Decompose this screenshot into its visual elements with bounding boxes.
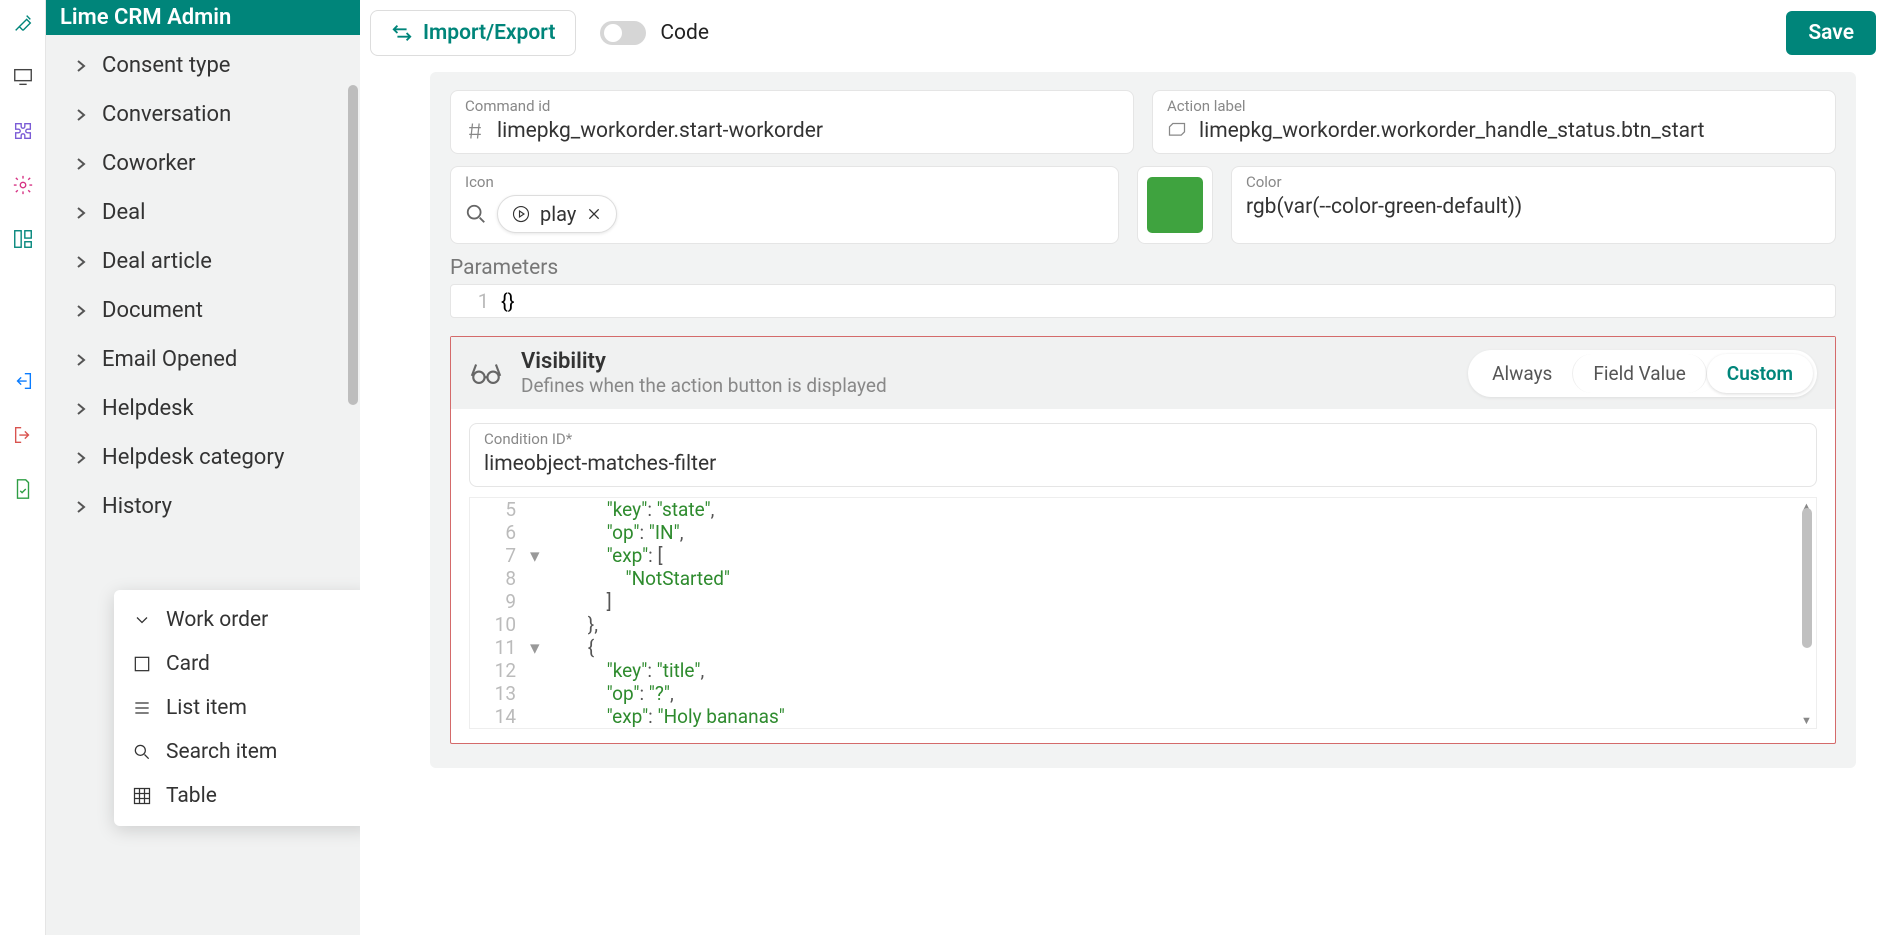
icon-chip[interactable]: play [497, 195, 617, 233]
visibility-tabs: Always Field Value Custom [1468, 350, 1817, 397]
tab-custom[interactable]: Custom [1707, 354, 1813, 393]
parameters-editor[interactable]: 1 {} [450, 284, 1836, 318]
tab-field-value[interactable]: Field Value [1572, 354, 1706, 393]
display-icon[interactable] [12, 66, 34, 92]
close-icon[interactable] [586, 206, 602, 222]
sidebar: Lime CRM Admin Consent type Conversation… [46, 0, 360, 935]
color-swatch[interactable] [1137, 166, 1213, 244]
logout-icon[interactable] [12, 370, 34, 396]
tree-item-conversation[interactable]: Conversation [46, 90, 360, 139]
tree-item-deal[interactable]: Deal [46, 188, 360, 237]
condition-code-editor[interactable]: ▲ ▼ 5 "key": "state",6 "op": "IN",7▾ "ex… [469, 497, 1817, 729]
tree-item-history[interactable]: History [46, 482, 360, 531]
puzzle-icon[interactable] [12, 120, 34, 146]
tree-item-consent-type[interactable]: Consent type [46, 41, 360, 90]
app-title: Lime CRM Admin [46, 0, 360, 35]
layout-icon[interactable] [12, 228, 34, 254]
tree-item-document[interactable]: Document [46, 286, 360, 335]
popup-work-order[interactable]: Work order [114, 598, 360, 642]
tab-always[interactable]: Always [1472, 354, 1572, 393]
play-icon [512, 205, 530, 223]
tree-item-helpdesk-category[interactable]: Helpdesk category [46, 433, 360, 482]
glasses-icon [469, 356, 503, 390]
visibility-title: Visibility [521, 349, 887, 374]
gear-icon[interactable] [12, 174, 34, 200]
login-icon[interactable] [12, 424, 34, 450]
work-order-popup: Work order Card List item Search item Ta… [114, 590, 360, 826]
popup-table[interactable]: Table [114, 774, 360, 818]
tree-item-coworker[interactable]: Coworker [46, 139, 360, 188]
file-check-icon[interactable] [12, 478, 34, 504]
config-card: Command id limepkg_workorder.start-worko… [430, 72, 1856, 768]
code-toggle-label: Code [660, 21, 709, 45]
hash-icon [465, 121, 485, 141]
scroll-down-icon[interactable]: ▼ [1801, 714, 1813, 726]
color-field[interactable]: Color rgb(var(--color-green-default)) [1231, 166, 1836, 244]
sidebar-tree: Consent type Conversation Coworker Deal … [46, 35, 360, 935]
popup-card[interactable]: Card [114, 642, 360, 686]
tree-item-deal-article[interactable]: Deal article [46, 237, 360, 286]
command-id-field[interactable]: Command id limepkg_workorder.start-worko… [450, 90, 1134, 154]
popup-search-item[interactable]: Search item [114, 730, 360, 774]
topbar: Import/Export Code Save [360, 0, 1886, 72]
visibility-subtitle: Defines when the action button is displa… [521, 374, 887, 397]
parameters-label: Parameters [450, 256, 1836, 280]
save-button[interactable]: Save [1786, 11, 1876, 55]
icon-field[interactable]: Icon play [450, 166, 1119, 244]
main: Import/Export Code Save Command id limep… [360, 0, 1886, 935]
sidebar-scroll-thumb[interactable] [348, 85, 358, 405]
popup-list-item[interactable]: List item [114, 686, 360, 730]
search-icon [465, 203, 487, 225]
tag-icon [1167, 121, 1187, 141]
action-label-field[interactable]: Action label limepkg_workorder.workorder… [1152, 90, 1836, 154]
visibility-card: Visibility Defines when the action butto… [450, 336, 1836, 744]
code-scroll-thumb[interactable] [1802, 508, 1812, 648]
code-toggle[interactable] [600, 21, 646, 45]
tree-item-email-opened[interactable]: Email Opened [46, 335, 360, 384]
iconbar [0, 0, 46, 935]
tree-item-helpdesk[interactable]: Helpdesk [46, 384, 360, 433]
import-export-button[interactable]: Import/Export [370, 10, 576, 56]
condition-id-field[interactable]: Condition ID* limeobject-matches-filter [469, 423, 1817, 487]
design-icon[interactable] [12, 12, 34, 38]
